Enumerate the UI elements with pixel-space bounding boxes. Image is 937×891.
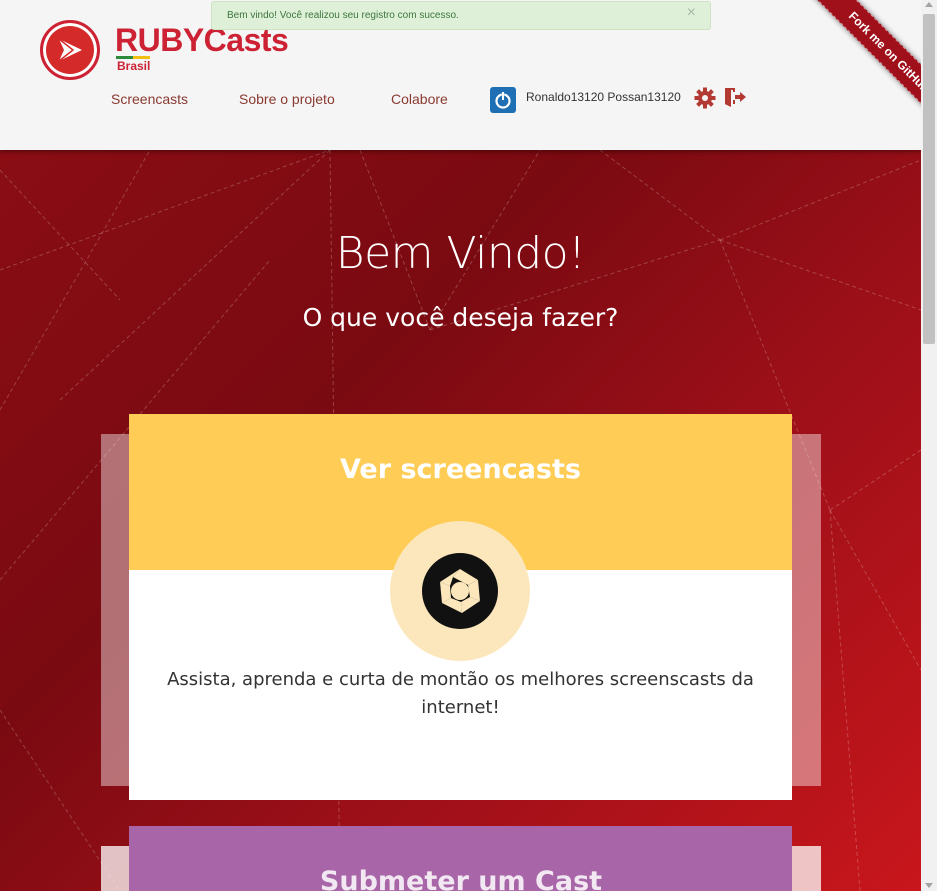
nav-screencasts[interactable]: Screencasts <box>111 91 188 107</box>
scroll-thumb[interactable] <box>923 14 935 344</box>
fork-me-link[interactable]: Fork me on GitHub <box>808 0 921 133</box>
flash-message: Bem vindo! Você realizou seu registro co… <box>227 10 459 21</box>
scroll-up-icon[interactable] <box>925 2 933 7</box>
gear-icon[interactable] <box>694 87 716 109</box>
card-title-2: Submeter um Cast <box>319 866 603 891</box>
logout-icon[interactable] <box>723 86 747 108</box>
card-title: Ver screencasts <box>340 454 581 485</box>
github-ribbon: Fork me on GitHub <box>781 0 921 140</box>
scrollbar[interactable] <box>921 0 937 891</box>
page: Bem Vindo! O que você deseja fazer? Ver … <box>0 0 937 891</box>
card-description: Assista, aprenda e curta de montão os me… <box>167 669 754 718</box>
hero-title: Bem Vindo! <box>335 228 586 279</box>
play-arrow-icon[interactable] <box>40 20 100 80</box>
nav-sobre-o-projeto[interactable]: Sobre o projeto <box>239 91 335 107</box>
power-icon[interactable] <box>490 87 516 113</box>
card-screencasts[interactable]: Ver screencasts Assista, aprenda e curta… <box>129 414 792 800</box>
hero-section: Bem Vindo! O que você deseja fazer? Ver … <box>0 150 921 891</box>
scroll-down-icon[interactable] <box>925 883 933 888</box>
close-icon[interactable]: × <box>687 4 696 22</box>
flash-success-alert: Bem vindo! Você realizou seu registro co… <box>211 1 711 30</box>
aperture-icon <box>390 521 530 661</box>
brand-subtitle: Brasil <box>117 59 151 73</box>
hero-subtitle: O que você deseja fazer? <box>302 303 619 332</box>
nav-colabore[interactable]: Colabore <box>391 91 448 107</box>
user-name[interactable]: Ronaldo13120 Possan13120 <box>526 90 681 104</box>
